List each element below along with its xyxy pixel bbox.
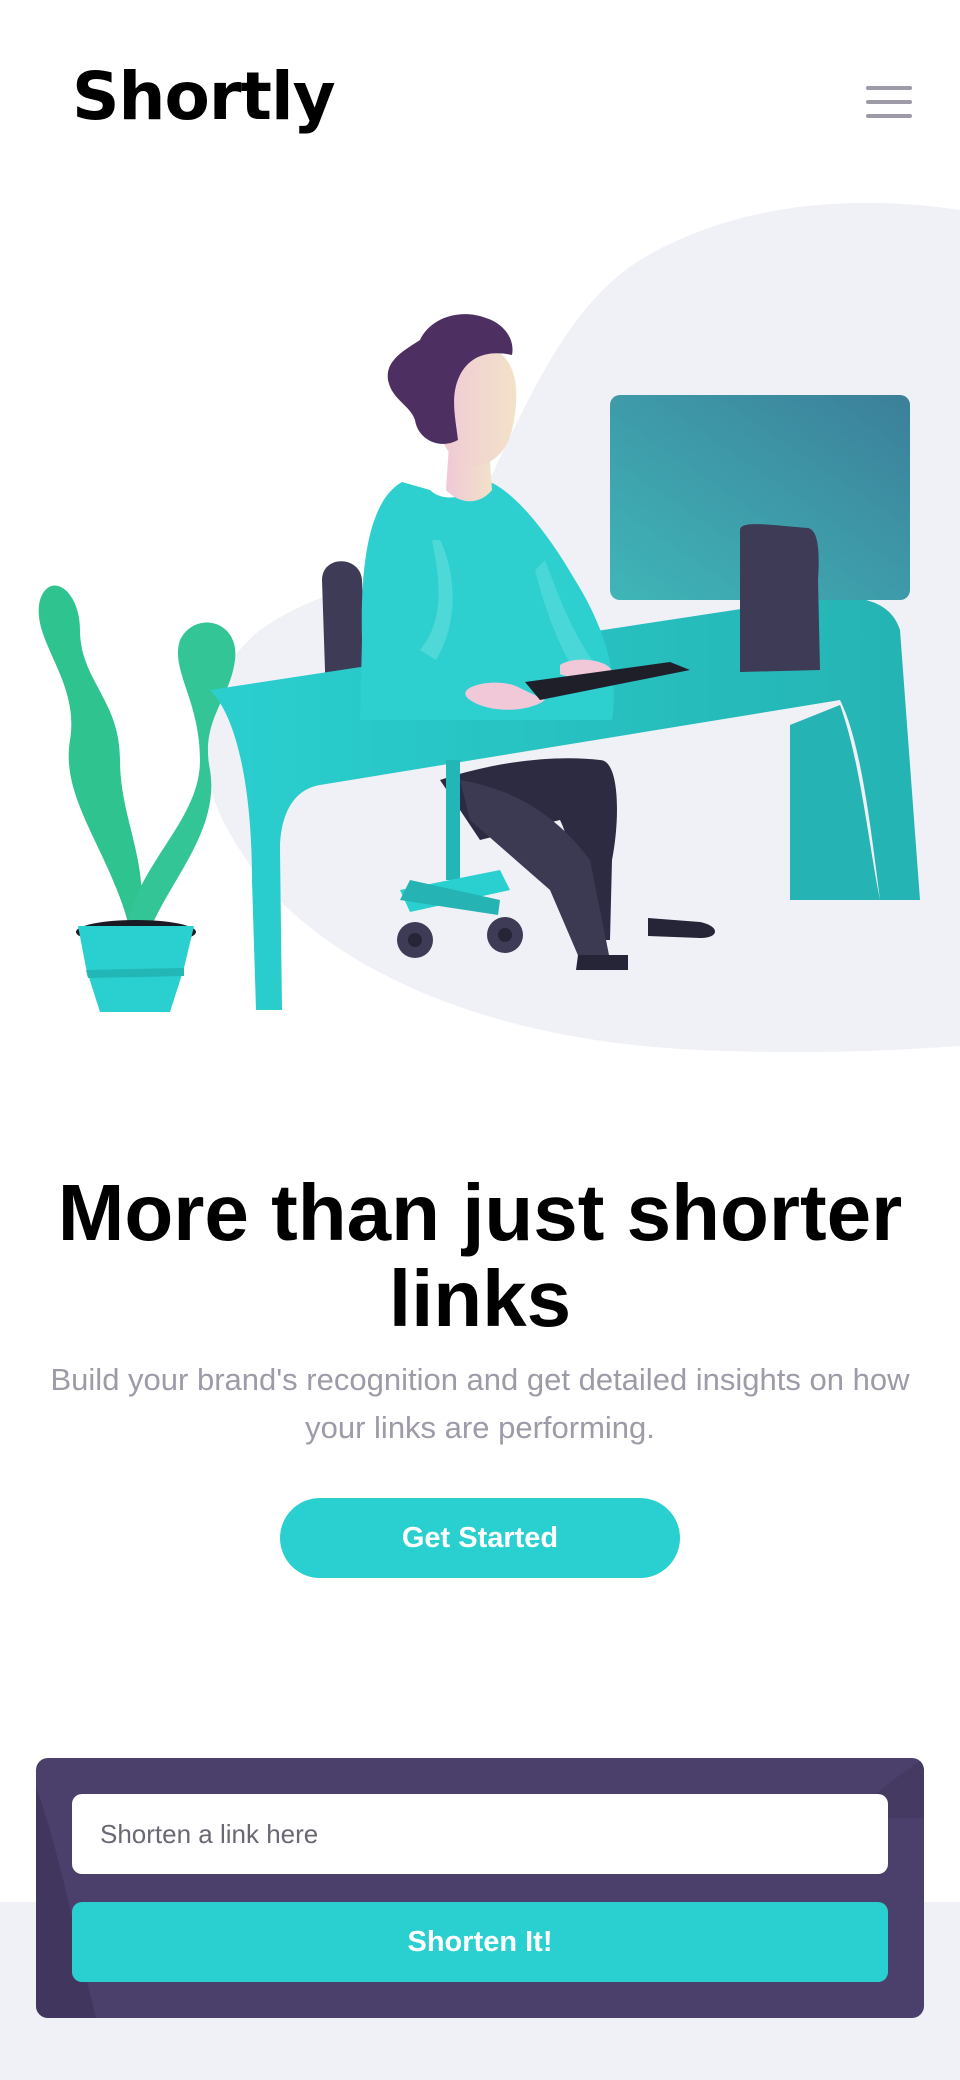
shorten-input[interactable] <box>72 1794 888 1874</box>
person-working-icon <box>38 202 960 1053</box>
get-started-button[interactable]: Get Started <box>280 1498 680 1578</box>
logo[interactable]: Shortly <box>72 58 336 135</box>
shorten-button[interactable]: Shorten It! <box>72 1902 888 1982</box>
shorten-form: Shorten It! <box>36 1758 924 2018</box>
hamburger-line <box>866 114 912 118</box>
hamburger-line <box>866 86 912 90</box>
hero-subtitle: Build your brand's recognition and get d… <box>50 1362 910 1445</box>
hero-headline: More than just shorter links <box>57 1168 903 1343</box>
hamburger-icon[interactable] <box>866 84 914 120</box>
hamburger-line <box>866 100 912 104</box>
site-header: Shortly <box>0 0 960 200</box>
